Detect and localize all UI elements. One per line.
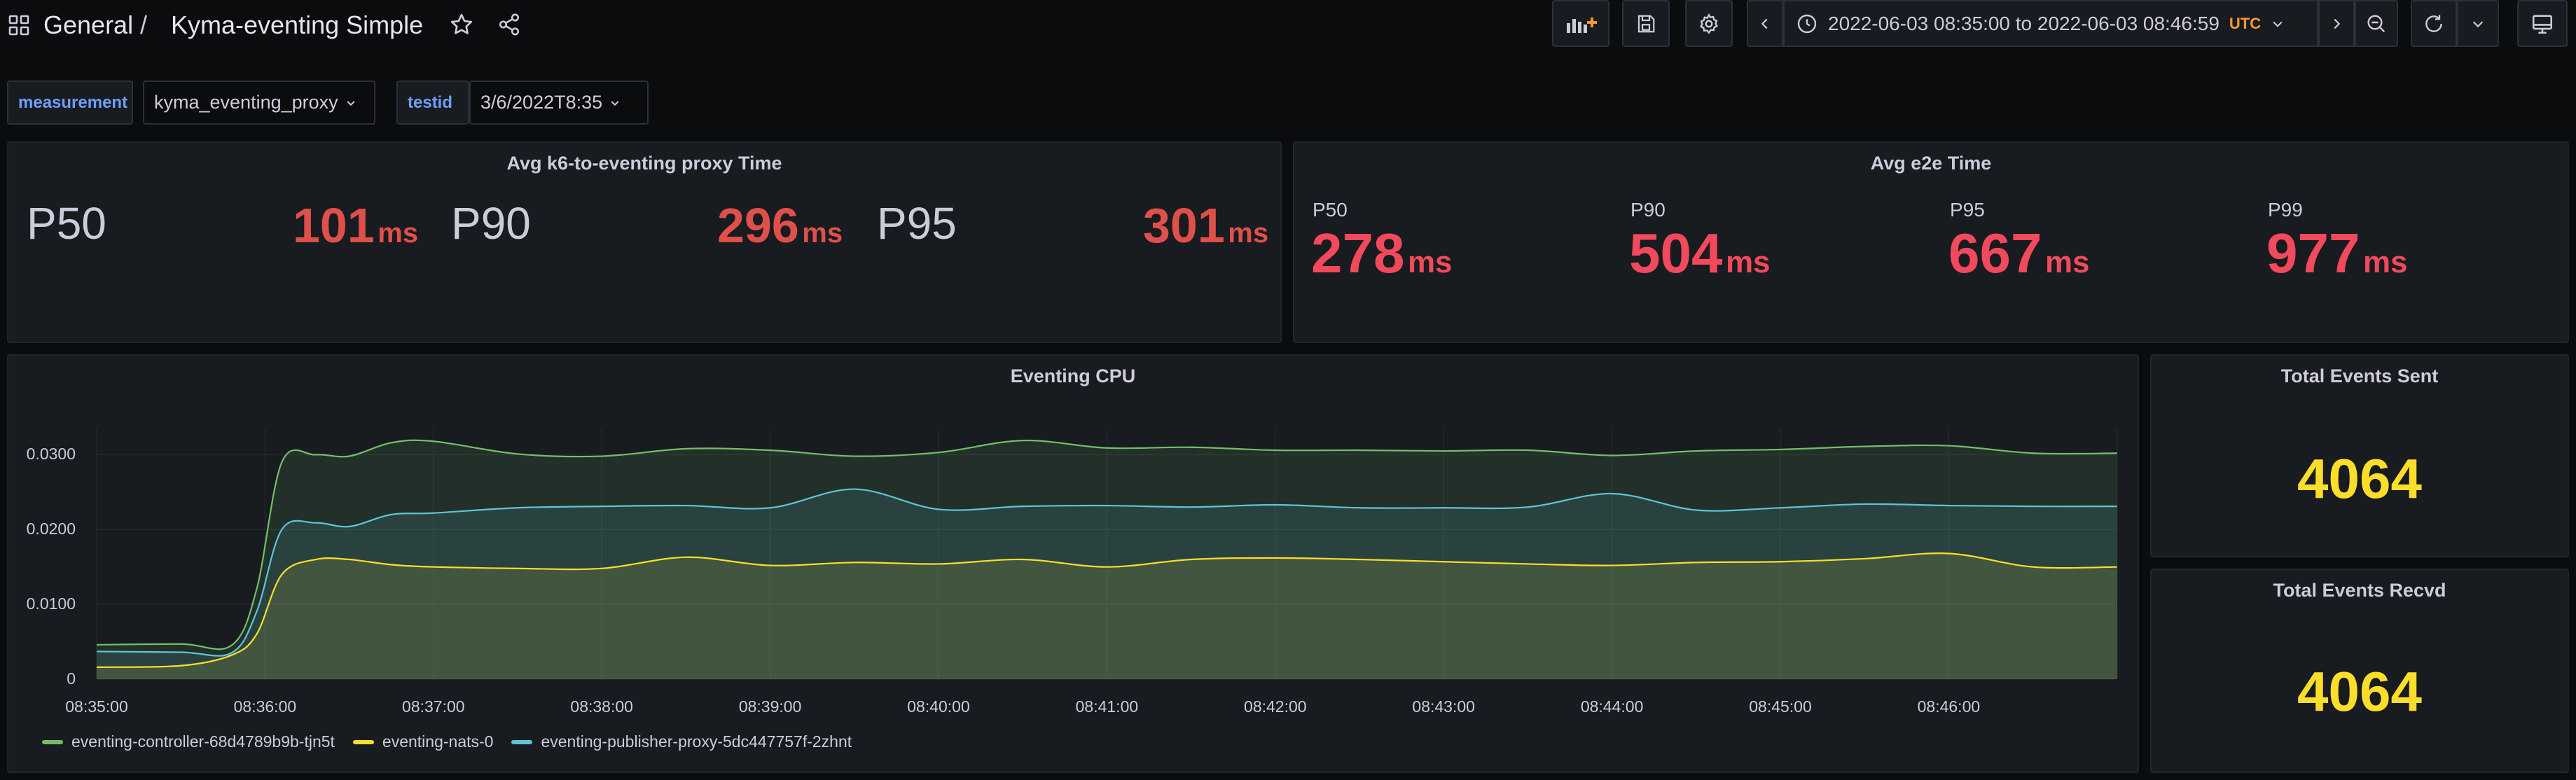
x-tick-label: 08:39:00 xyxy=(738,697,802,716)
y-tick-label: 0.0200 xyxy=(26,520,76,538)
series-area-2 xyxy=(97,489,2117,679)
x-tick-label: 08:41:00 xyxy=(1075,697,1139,716)
panel-total-events-recvd: Total Events Recvd 4064 xyxy=(2150,569,2569,773)
x-tick-label: 08:38:00 xyxy=(570,697,633,716)
legend-swatch xyxy=(42,739,63,744)
x-tick-label: 08:35:00 xyxy=(65,697,128,716)
legend-label: eventing-publisher-proxy-5dc447757f-2zhn… xyxy=(541,732,852,751)
legend-item[interactable]: eventing-nats-0 xyxy=(352,732,494,751)
x-tick-label: 08:44:00 xyxy=(1580,697,1644,716)
stat-value-events-sent: 4064 xyxy=(2297,447,2422,510)
legend-item[interactable]: eventing-publisher-proxy-5dc447757f-2zhn… xyxy=(511,732,852,751)
panel-total-events-sent: Total Events Sent 4064 xyxy=(2150,354,2569,557)
y-tick-label: 0.0100 xyxy=(26,594,76,613)
panel-title[interactable]: Total Events Recvd xyxy=(2152,580,2568,601)
legend-item[interactable]: eventing-controller-68d4789b9b-tjn5t xyxy=(42,732,335,751)
x-tick-label: 08:37:00 xyxy=(402,697,465,716)
y-tick-label: 0 xyxy=(67,669,76,688)
x-tick-label: 08:43:00 xyxy=(1412,697,1475,716)
legend-swatch xyxy=(352,739,374,744)
x-tick-label: 08:45:00 xyxy=(1749,697,1812,716)
chart-legend: eventing-controller-68d4789b9b-tjn5t eve… xyxy=(42,732,852,751)
legend-label: eventing-nats-0 xyxy=(382,732,494,751)
x-tick-label: 08:36:00 xyxy=(233,697,297,716)
x-tick-label: 08:42:00 xyxy=(1244,697,1307,716)
x-tick-label: 08:40:00 xyxy=(907,697,970,716)
y-tick-label: 0.0300 xyxy=(26,445,76,464)
x-tick-label: 08:46:00 xyxy=(1917,697,1981,716)
legend-swatch xyxy=(511,739,533,744)
legend-label: eventing-controller-68d4789b9b-tjn5t xyxy=(71,732,335,751)
panel-title[interactable]: Total Events Sent xyxy=(2152,365,2568,387)
stat-value-events-recvd: 4064 xyxy=(2297,660,2422,723)
